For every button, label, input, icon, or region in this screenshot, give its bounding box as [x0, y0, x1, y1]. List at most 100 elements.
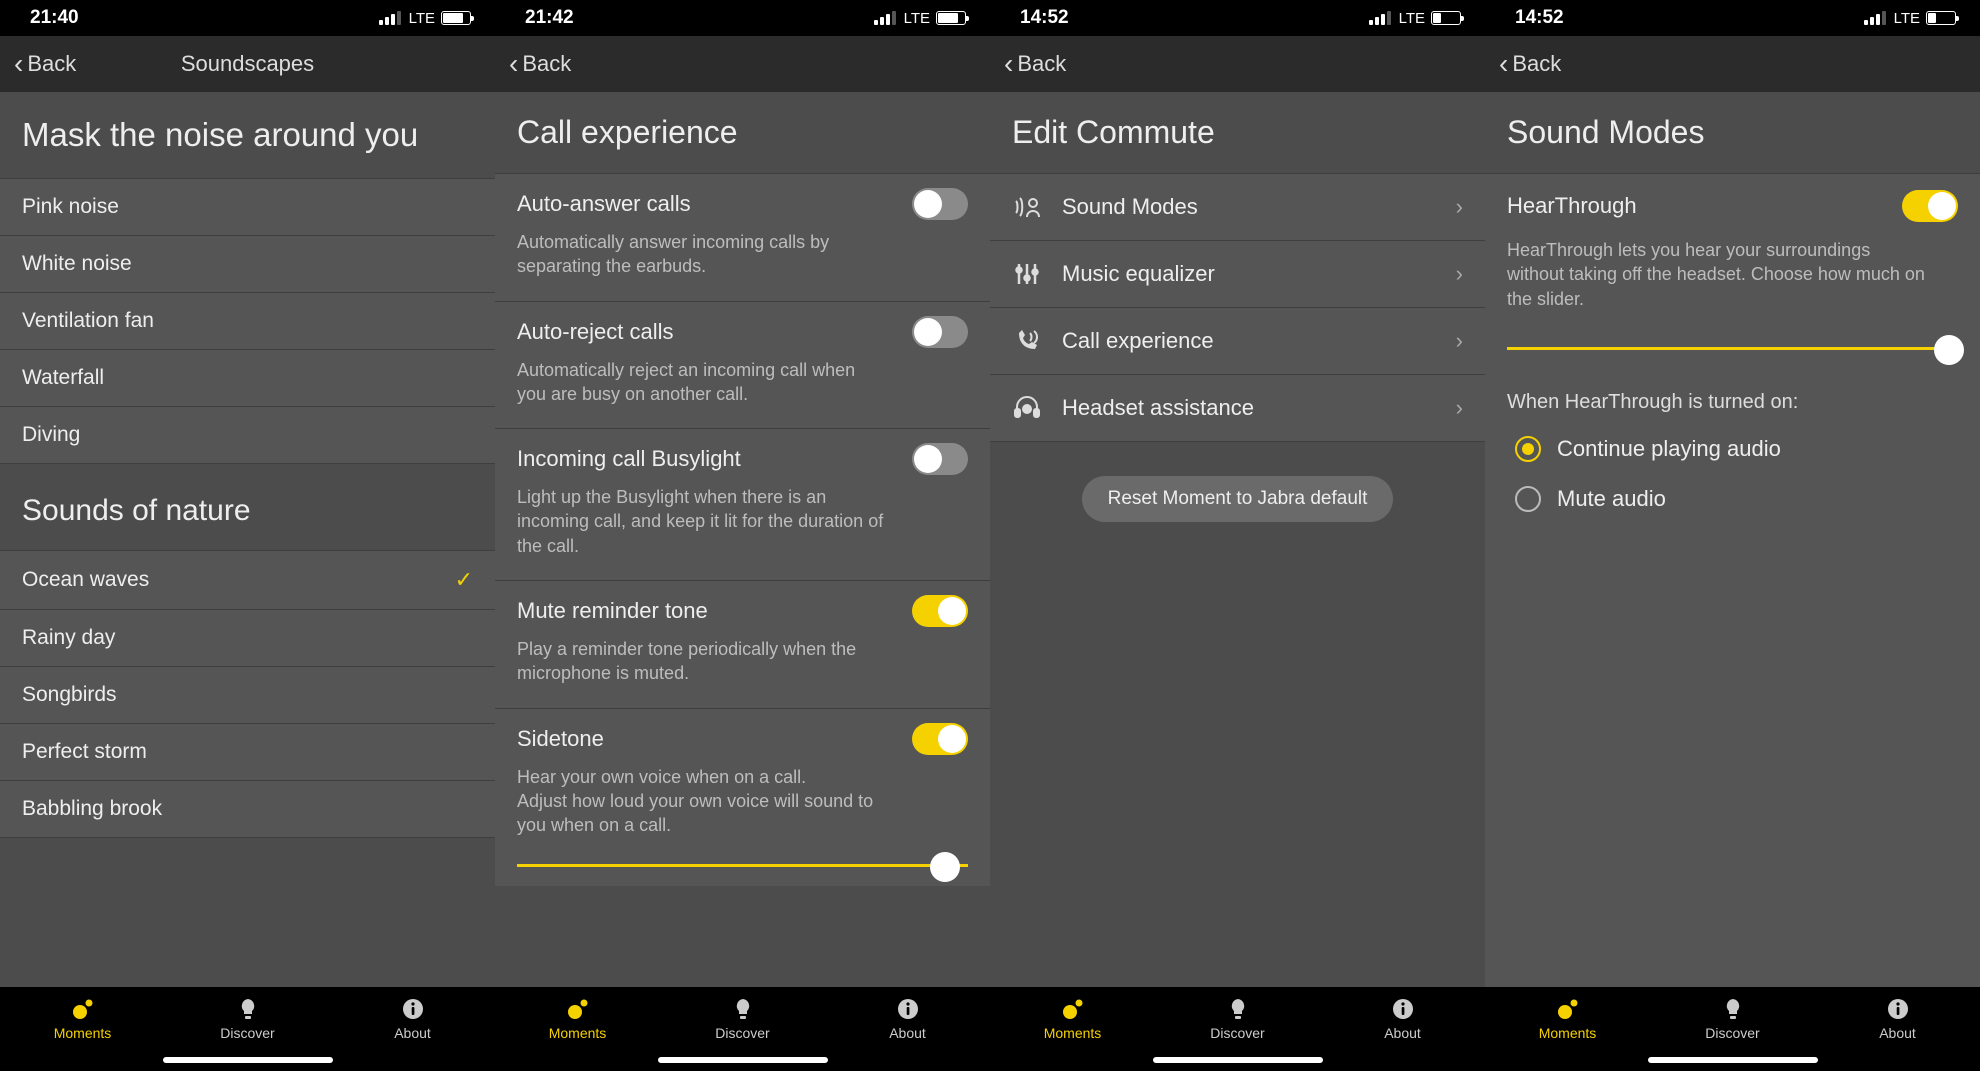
toggle-sidetone[interactable] — [912, 723, 968, 755]
setting-desc: Hear your own voice when on a call. Adju… — [517, 765, 887, 838]
back-button[interactable]: ‹ Back — [1004, 50, 1066, 78]
network-label: LTE — [409, 10, 435, 27]
toggle-busylight[interactable] — [912, 443, 968, 475]
headset-icon: ⋯ — [1012, 395, 1042, 421]
nav-item-headset-assistance[interactable]: ⋯ Headset assistance › — [990, 375, 1485, 442]
status-bar: 14:52 LTE — [990, 0, 1485, 36]
tab-label: Discover — [1210, 1025, 1264, 1041]
bulb-icon — [238, 997, 258, 1021]
soundscape-item[interactable]: Pink noise — [0, 178, 495, 236]
nav-item-label: Sound Modes — [1062, 194, 1198, 220]
chevron-right-icon: › — [1456, 328, 1463, 354]
chevron-right-icon: › — [1456, 261, 1463, 287]
nav-item-sound-modes[interactable]: Sound Modes › — [990, 173, 1485, 241]
radio-continue-audio[interactable]: Continue playing audio — [1507, 424, 1958, 474]
tab-label: Moments — [1539, 1025, 1597, 1041]
back-label: Back — [27, 51, 76, 77]
soundscape-item[interactable]: Rainy day — [0, 610, 495, 667]
hearthrough-desc: HearThrough lets you hear your surroundi… — [1507, 238, 1927, 311]
page-title: Sound Modes — [1485, 92, 1980, 173]
setting-label: Mute reminder tone — [517, 598, 708, 624]
nav-bar: ‹ Back — [990, 36, 1485, 92]
chevron-right-icon: › — [1456, 194, 1463, 220]
tab-moments[interactable]: Moments — [495, 987, 660, 1071]
setting-auto-answer: Auto-answer calls Automatically answer i… — [495, 173, 990, 302]
tab-label: Discover — [1705, 1025, 1759, 1041]
chevron-left-icon: ‹ — [1499, 50, 1508, 78]
tab-about[interactable]: About — [1815, 987, 1980, 1071]
setting-sidetone: Sidetone Hear your own voice when on a c… — [495, 709, 990, 886]
setting-label: Auto-answer calls — [517, 191, 691, 217]
back-label: Back — [1512, 51, 1561, 77]
radio-label: Continue playing audio — [1557, 436, 1781, 462]
home-indicator[interactable] — [658, 1057, 828, 1063]
tab-label: Moments — [549, 1025, 607, 1041]
toggle-auto-answer[interactable] — [912, 188, 968, 220]
signal-icon — [874, 11, 896, 25]
status-time: 14:52 — [1515, 7, 1564, 29]
section-header-nature: Sounds of nature — [0, 464, 495, 550]
nav-item-equalizer[interactable]: Music equalizer › — [990, 241, 1485, 308]
chevron-left-icon: ‹ — [1004, 50, 1013, 78]
back-label: Back — [1017, 51, 1066, 77]
home-indicator[interactable] — [163, 1057, 333, 1063]
soundscape-item[interactable]: Perfect storm — [0, 724, 495, 781]
nav-bar: ‹ Back — [1485, 36, 1980, 92]
tab-moments[interactable]: Moments — [1485, 987, 1650, 1071]
tab-about[interactable]: About — [1320, 987, 1485, 1071]
equalizer-icon — [1012, 262, 1042, 286]
tab-label: About — [1384, 1025, 1421, 1041]
soundscape-item[interactable]: Waterfall — [0, 350, 495, 407]
setting-auto-reject: Auto-reject calls Automatically reject a… — [495, 302, 990, 430]
home-indicator[interactable] — [1648, 1057, 1818, 1063]
radio-label: Mute audio — [1557, 486, 1666, 512]
tab-moments[interactable]: Moments — [0, 987, 165, 1071]
soundscape-item[interactable]: Ocean waves✓ — [0, 550, 495, 610]
hearthrough-prompt: When HearThrough is turned on: — [1507, 391, 1958, 414]
tab-about[interactable]: About — [825, 987, 990, 1071]
soundscape-item[interactable]: Babbling brook — [0, 781, 495, 838]
tab-moments[interactable]: Moments — [990, 987, 1155, 1071]
reset-button[interactable]: Reset Moment to Jabra default — [1082, 476, 1394, 522]
moments-icon — [1060, 997, 1086, 1021]
status-time: 21:42 — [525, 7, 574, 29]
tab-label: About — [1879, 1025, 1916, 1041]
tab-label: Moments — [1044, 1025, 1102, 1041]
back-button[interactable]: ‹ Back — [1499, 50, 1561, 78]
back-button[interactable]: ‹ Back — [14, 50, 76, 78]
battery-icon — [1431, 11, 1461, 25]
signal-icon — [1864, 11, 1886, 25]
back-label: Back — [522, 51, 571, 77]
hearthrough-slider[interactable] — [1507, 333, 1958, 365]
section-header-mask: Mask the noise around you — [0, 92, 495, 178]
tab-about[interactable]: About — [330, 987, 495, 1071]
signal-icon — [1369, 11, 1391, 25]
network-label: LTE — [904, 10, 930, 27]
chevron-right-icon: › — [1456, 395, 1463, 421]
nav-item-call-experience[interactable]: Call experience › — [990, 308, 1485, 375]
status-time: 21:40 — [30, 7, 79, 29]
info-icon — [897, 997, 919, 1021]
setting-label: Sidetone — [517, 726, 604, 752]
setting-label: Incoming call Busylight — [517, 446, 741, 472]
battery-icon — [441, 11, 471, 25]
toggle-auto-reject[interactable] — [912, 316, 968, 348]
soundscape-item[interactable]: White noise — [0, 236, 495, 293]
tab-label: Discover — [715, 1025, 769, 1041]
radio-mute-audio[interactable]: Mute audio — [1507, 474, 1958, 524]
sidetone-slider[interactable] — [517, 850, 968, 882]
home-indicator[interactable] — [1153, 1057, 1323, 1063]
soundscape-item[interactable]: Songbirds — [0, 667, 495, 724]
soundscape-item[interactable]: Diving — [0, 407, 495, 464]
setting-desc: Automatically reject an incoming call wh… — [517, 358, 887, 407]
battery-icon — [936, 11, 966, 25]
toggle-mute-reminder[interactable] — [912, 595, 968, 627]
tab-label: Discover — [220, 1025, 274, 1041]
toggle-hearthrough[interactable] — [1902, 190, 1958, 222]
network-label: LTE — [1894, 10, 1920, 27]
nav-item-label: Music equalizer — [1062, 261, 1215, 287]
back-button[interactable]: ‹ Back — [509, 50, 571, 78]
nav-bar: ‹ Back — [495, 36, 990, 92]
setting-mute-reminder: Mute reminder tone Play a reminder tone … — [495, 581, 990, 709]
soundscape-item[interactable]: Ventilation fan — [0, 293, 495, 350]
